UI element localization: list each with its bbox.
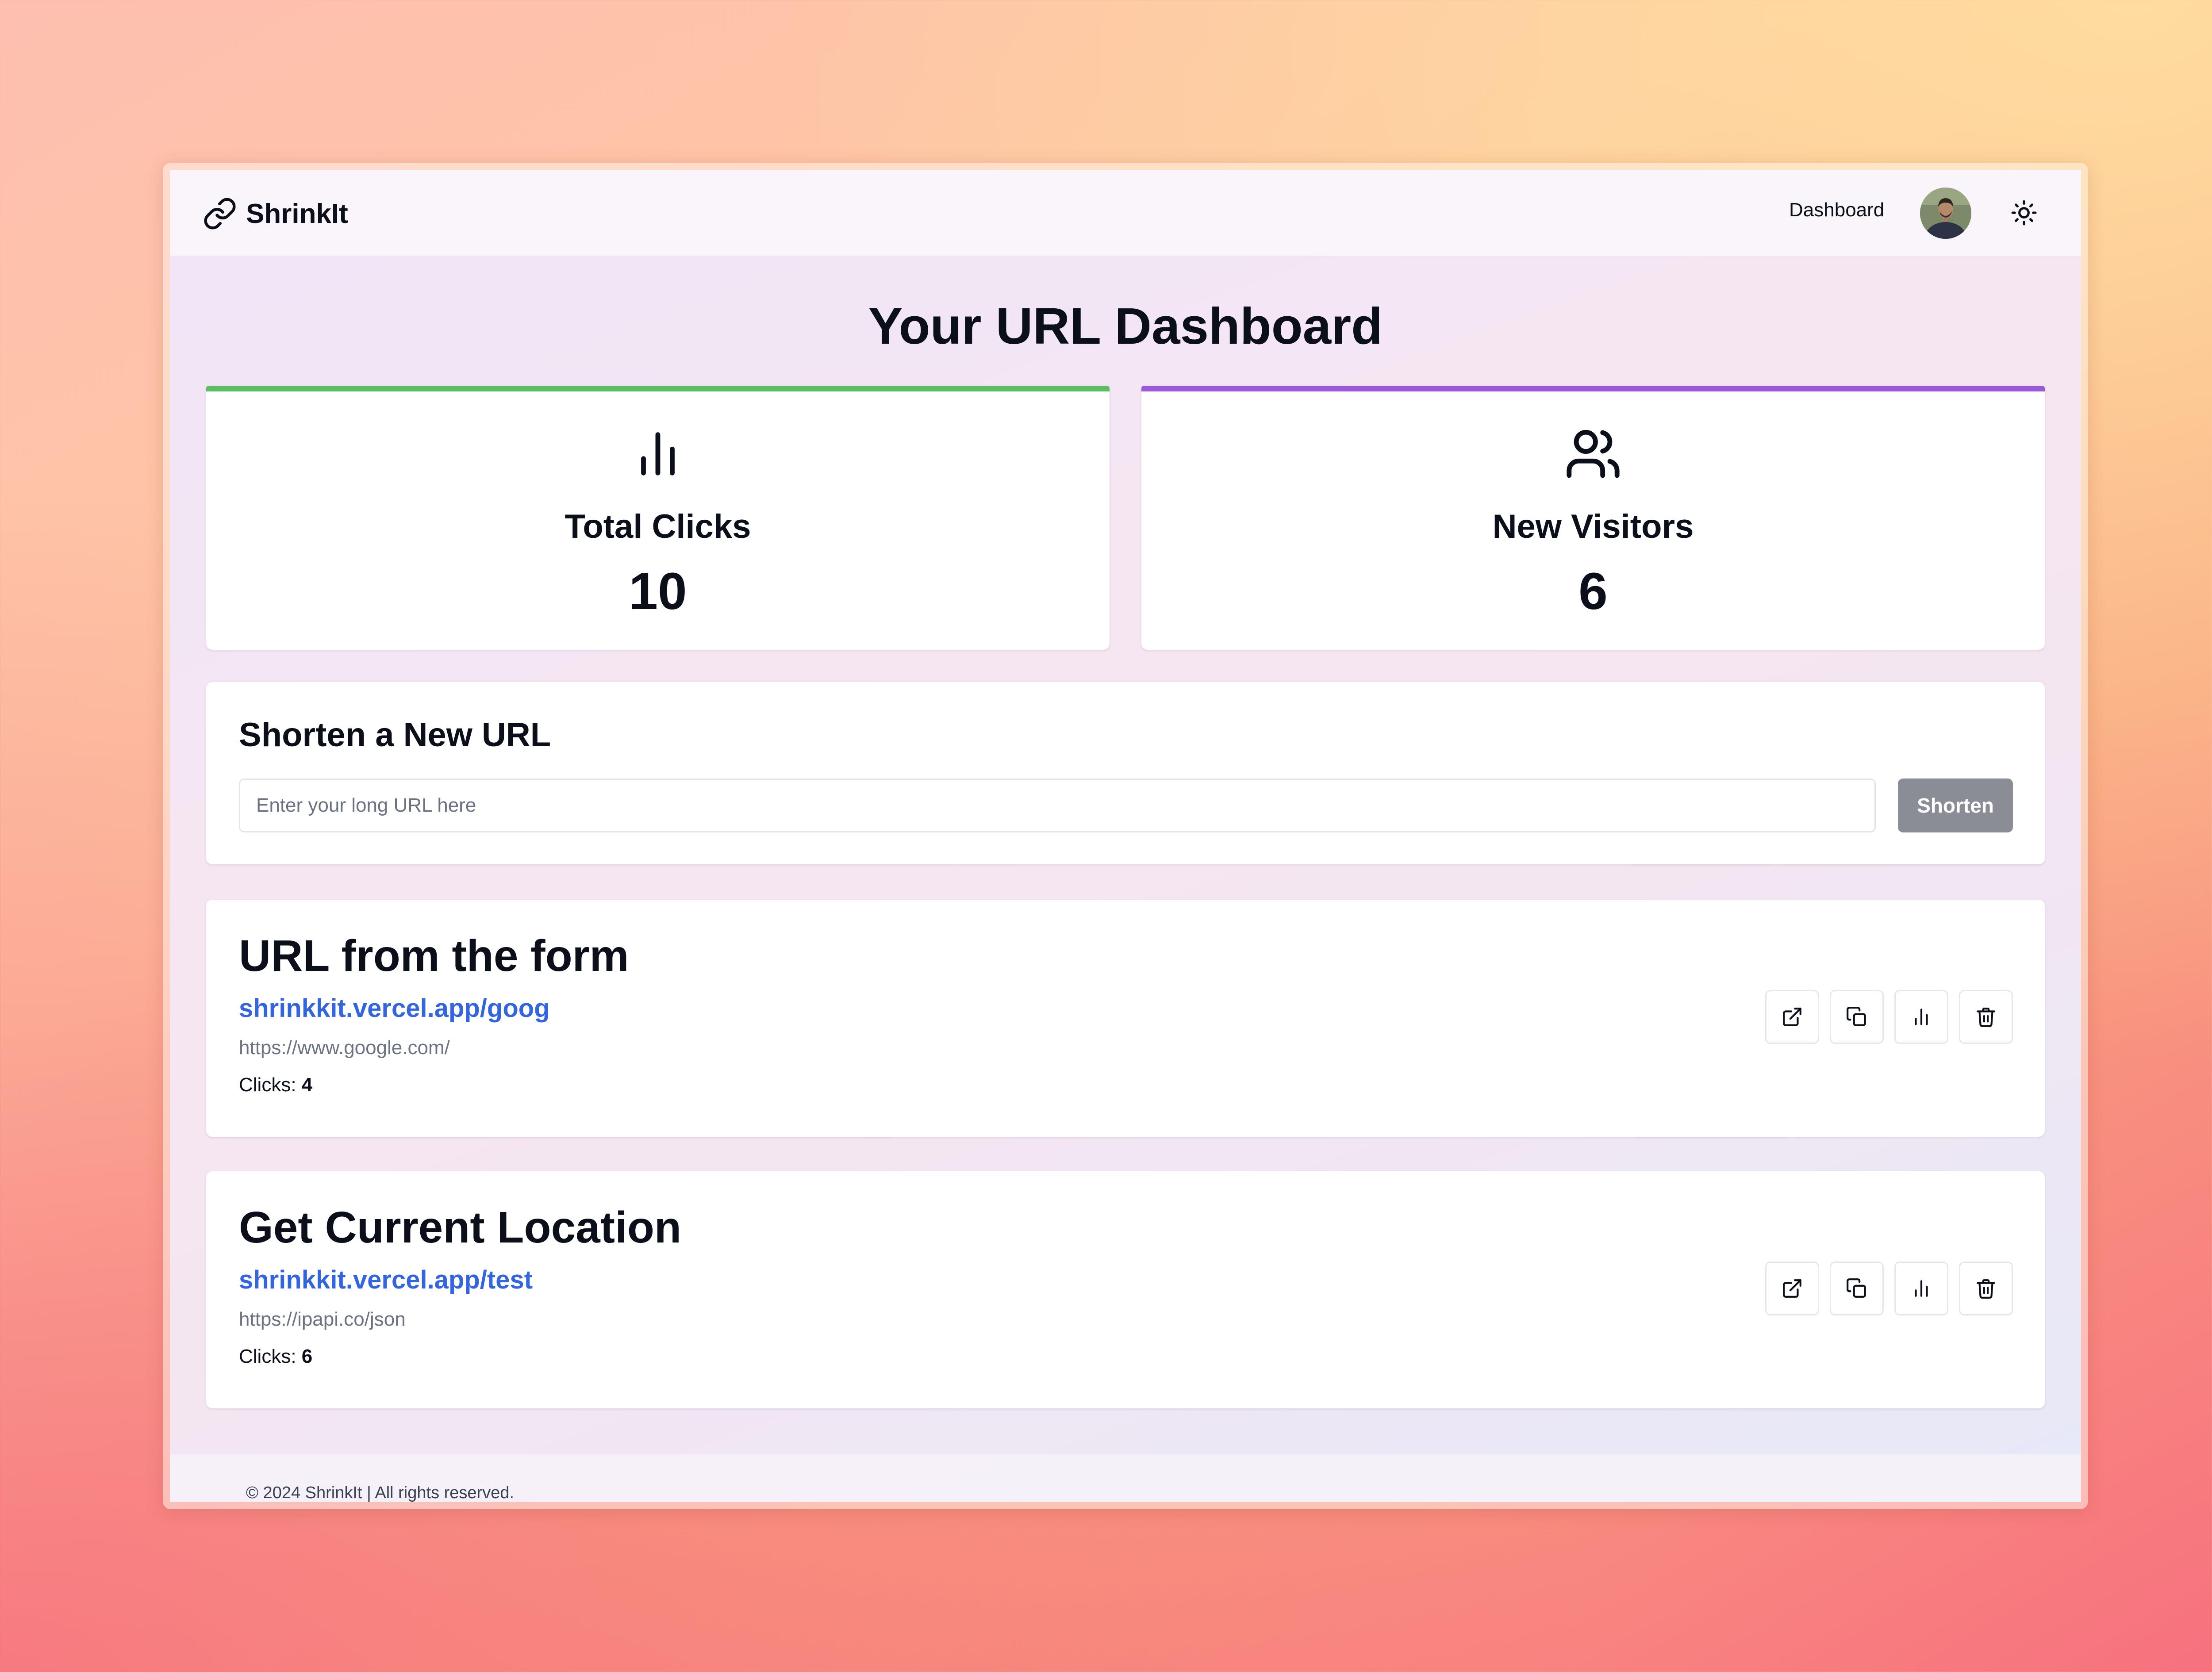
delete-button[interactable] bbox=[1959, 990, 2013, 1044]
url-card: Get Current Location shrinkkit.vercel.ap… bbox=[206, 1171, 2045, 1408]
trash-icon bbox=[1977, 1279, 1995, 1299]
footer: © 2024 ShrinkIt | All rights reserved. bbox=[170, 1454, 2081, 1502]
total-clicks-label: Total Clicks bbox=[565, 508, 751, 545]
url-actions bbox=[1765, 990, 2013, 1044]
bar-chart-icon bbox=[1915, 1280, 1928, 1297]
url-title: Get Current Location bbox=[239, 1203, 682, 1252]
shorten-button[interactable]: Shorten bbox=[1898, 778, 2013, 832]
nav-dashboard-link[interactable]: Dashboard bbox=[1789, 199, 1884, 221]
copy-link-button[interactable] bbox=[1830, 990, 1884, 1044]
total-clicks-card: Total Clicks 10 bbox=[206, 386, 1110, 650]
avatar[interactable] bbox=[1920, 188, 1971, 239]
delete-button[interactable] bbox=[1959, 1262, 2013, 1315]
page-title: Your URL Dashboard bbox=[868, 297, 1383, 355]
url-clicks: Clicks: 4 bbox=[239, 1074, 312, 1096]
url-card: URL from the form shrinkkit.vercel.app/g… bbox=[206, 900, 2045, 1137]
clicks-label: Clicks: bbox=[239, 1074, 296, 1096]
avatar-image bbox=[1920, 188, 1971, 239]
shorten-url-card: Shorten a New URL Shorten bbox=[206, 682, 2045, 864]
brand-logo-link[interactable]: ShrinkIt bbox=[203, 194, 348, 234]
shorten-form-title: Shorten a New URL bbox=[239, 716, 551, 754]
external-link-icon bbox=[1783, 1279, 1801, 1298]
link-icon bbox=[204, 198, 236, 230]
app-window: ShrinkIt Dashboard Your URL Dashboard To… bbox=[170, 170, 2081, 1502]
external-link-icon bbox=[1783, 1008, 1801, 1026]
short-url-link[interactable]: shrinkkit.vercel.app/goog bbox=[239, 993, 550, 1023]
original-url: https://www.google.com/ bbox=[239, 1037, 450, 1058]
copy-icon bbox=[1847, 1278, 1866, 1298]
bar-chart-icon bbox=[1915, 1009, 1928, 1025]
copy-icon bbox=[1847, 1007, 1866, 1026]
long-url-input[interactable] bbox=[239, 778, 1876, 832]
brand-name: ShrinkIt bbox=[246, 198, 348, 229]
new-visitors-label: New Visitors bbox=[1492, 508, 1694, 545]
clicks-count: 4 bbox=[301, 1074, 313, 1096]
sun-icon[interactable] bbox=[2010, 199, 2038, 226]
copy-link-button[interactable] bbox=[1830, 1262, 1884, 1315]
trash-icon bbox=[1977, 1008, 1995, 1027]
users-icon bbox=[1567, 430, 1620, 478]
open-link-button[interactable] bbox=[1765, 1262, 1819, 1315]
clicks-count: 6 bbox=[301, 1346, 313, 1367]
open-link-button[interactable] bbox=[1765, 990, 1819, 1044]
new-visitors-card: New Visitors 6 bbox=[1141, 386, 2045, 650]
analytics-button[interactable] bbox=[1894, 1262, 1948, 1315]
url-clicks: Clicks: 6 bbox=[239, 1346, 312, 1368]
url-title: URL from the form bbox=[239, 931, 629, 981]
new-visitors-value: 6 bbox=[1578, 562, 1608, 621]
bar-chart-icon bbox=[641, 432, 675, 476]
footer-copyright: © 2024 ShrinkIt | All rights reserved. bbox=[246, 1484, 515, 1502]
url-actions bbox=[1765, 1262, 2013, 1315]
clicks-label: Clicks: bbox=[239, 1346, 296, 1367]
analytics-button[interactable] bbox=[1894, 990, 1948, 1044]
short-url-link[interactable]: shrinkkit.vercel.app/test bbox=[239, 1265, 533, 1295]
total-clicks-value: 10 bbox=[629, 562, 687, 621]
original-url: https://ipapi.co/json bbox=[239, 1308, 406, 1330]
navbar: ShrinkIt Dashboard bbox=[170, 170, 2081, 256]
